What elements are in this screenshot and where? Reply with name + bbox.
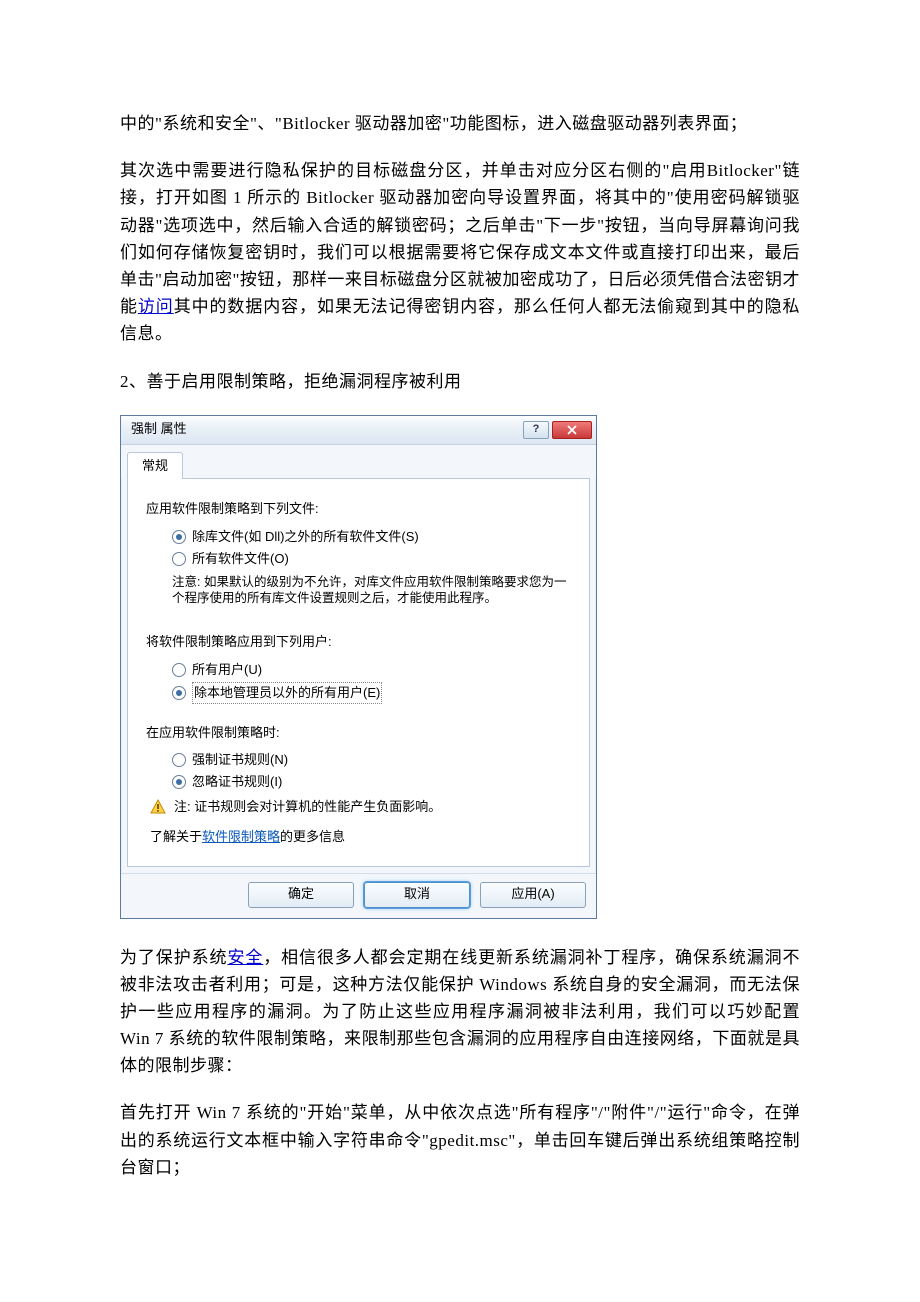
radio-icon (172, 775, 186, 789)
option-label: 除库文件(如 Dll)之外的所有软件文件(S) (192, 527, 419, 547)
learn-link[interactable]: 软件限制策略 (202, 829, 280, 844)
link-visit[interactable]: 访问 (138, 297, 174, 316)
help-button[interactable]: ? (523, 421, 549, 439)
cancel-button[interactable]: 取消 (364, 882, 470, 908)
properties-dialog: 强制 属性 ? 常规 应用软件限制策略到下列文件: 除库文件(如 Dll)之外的… (120, 415, 597, 919)
warning-icon (150, 799, 166, 815)
tab-panel: 应用软件限制策略到下列文件: 除库文件(如 Dll)之外的所有软件文件(S) 所… (127, 478, 590, 866)
close-button[interactable] (552, 421, 592, 439)
radio-icon (172, 663, 186, 677)
button-row: 确定 取消 应用(A) (121, 873, 596, 918)
option-label: 除本地管理员以外的所有用户(E) (192, 682, 382, 704)
document-page: 中的"系统和安全"、"Bitlocker 驱动器加密"功能图标，进入磁盘驱动器列… (0, 0, 920, 1302)
close-icon (567, 425, 577, 435)
warning-text: 注: 证书规则会对计算机的性能产生负面影响。 (174, 797, 441, 817)
section1-label: 应用软件限制策略到下列文件: (146, 499, 571, 519)
option-except-libs[interactable]: 除库文件(如 Dll)之外的所有软件文件(S) (172, 526, 571, 548)
option-enforce-cert[interactable]: 强制证书规则(N) (172, 749, 571, 771)
paragraph-5: 首先打开 Win 7 系统的"开始"菜单，从中依次点选"所有程序"/"附件"/"… (120, 1099, 800, 1181)
tab-strip: 常规 (121, 445, 596, 479)
learn-b: 的更多信息 (280, 829, 345, 844)
ok-button[interactable]: 确定 (248, 882, 354, 908)
paragraph-4-a: 为了保护系统 (120, 948, 227, 967)
paragraph-2-a: 其次选中需要进行隐私保护的目标磁盘分区，并单击对应分区右侧的"启用Bitlock… (120, 161, 800, 316)
warning-note: 注: 证书规则会对计算机的性能产生负面影响。 (150, 797, 571, 817)
apply-button[interactable]: 应用(A) (480, 882, 586, 908)
radio-icon (172, 552, 186, 566)
learn-a: 了解关于 (150, 829, 202, 844)
option-label: 所有软件文件(O) (192, 549, 289, 569)
learn-more: 了解关于软件限制策略的更多信息 (150, 827, 571, 847)
tab-general[interactable]: 常规 (127, 452, 183, 480)
dialog-title: 强制 属性 (131, 419, 520, 440)
link-security[interactable]: 安全 (227, 948, 263, 967)
radio-icon (172, 753, 186, 767)
heading-2: 2、善于启用限制策略，拒绝漏洞程序被利用 (120, 368, 800, 395)
option-except-admins[interactable]: 除本地管理员以外的所有用户(E) (172, 681, 571, 705)
titlebar: 强制 属性 ? (121, 416, 596, 445)
radio-icon (172, 530, 186, 544)
option-label: 忽略证书规则(I) (192, 772, 282, 792)
option-ignore-cert[interactable]: 忽略证书规则(I) (172, 771, 571, 793)
section2-label: 将软件限制策略应用到下列用户: (146, 632, 571, 652)
paragraph-2-b: 其中的数据内容，如果无法记得密钥内容，那么任何人都无法偷窥到其中的隐私信息。 (120, 297, 800, 343)
option-all-files[interactable]: 所有软件文件(O) (172, 548, 571, 570)
paragraph-4: 为了保护系统安全，相信很多人都会定期在线更新系统漏洞补丁程序，确保系统漏洞不被非… (120, 944, 800, 1080)
paragraph-2: 其次选中需要进行隐私保护的目标磁盘分区，并单击对应分区右侧的"启用Bitlock… (120, 157, 800, 347)
paragraph-1: 中的"系统和安全"、"Bitlocker 驱动器加密"功能图标，进入磁盘驱动器列… (120, 110, 800, 137)
option-label: 强制证书规则(N) (192, 750, 288, 770)
option-label: 所有用户(U) (192, 660, 262, 680)
dialog-screenshot: 强制 属性 ? 常规 应用软件限制策略到下列文件: 除库文件(如 Dll)之外的… (120, 415, 800, 919)
section3-label: 在应用软件限制策略时: (146, 723, 571, 743)
radio-icon (172, 686, 186, 700)
note-1: 注意: 如果默认的级别为不允许，对库文件应用软件限制策略要求您为一个程序使用的所… (152, 574, 571, 607)
option-all-users[interactable]: 所有用户(U) (172, 659, 571, 681)
